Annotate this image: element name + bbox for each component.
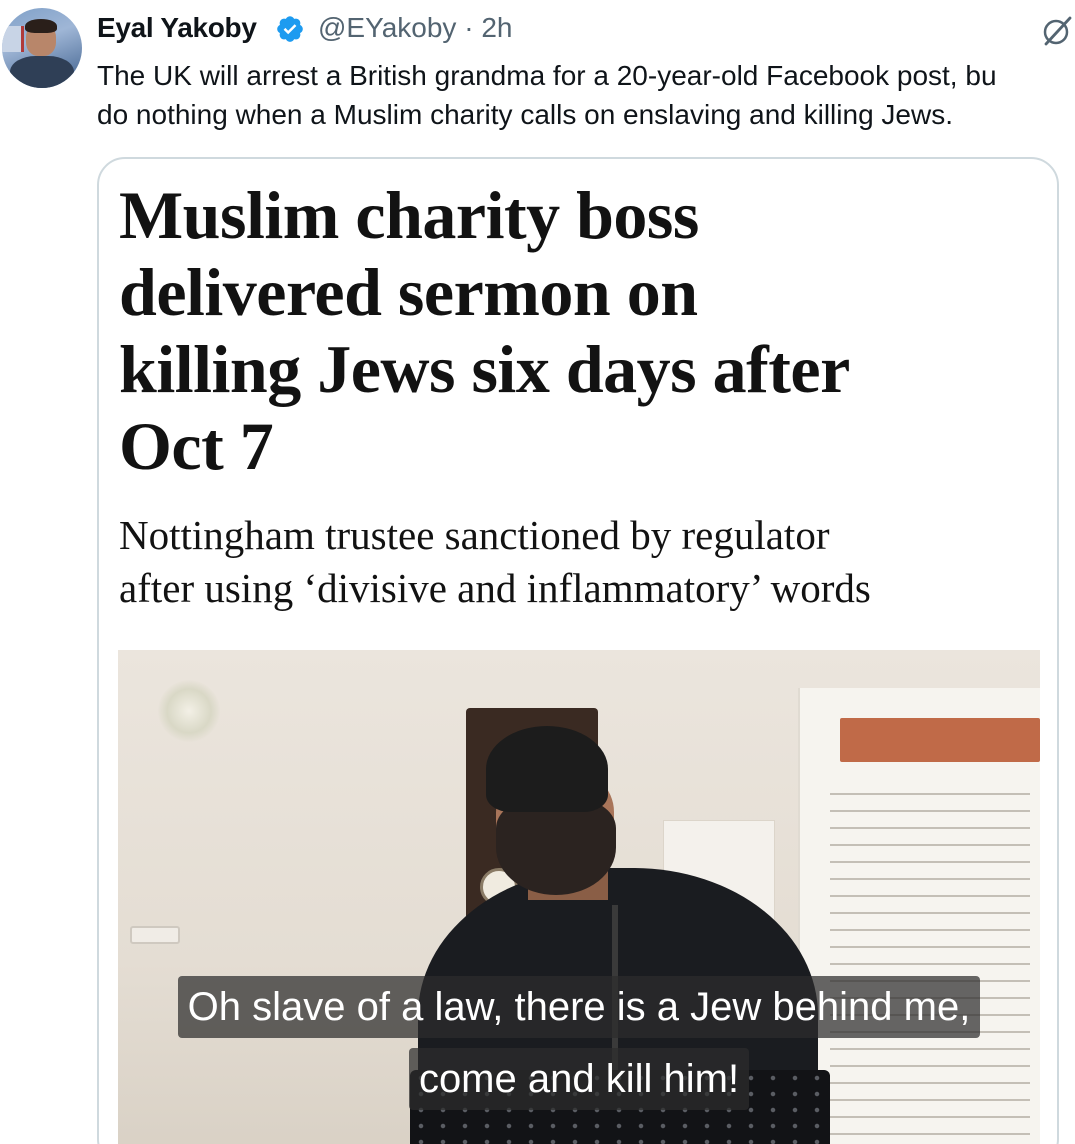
wall-fixture (130, 926, 180, 944)
grok-icon[interactable] (1040, 14, 1074, 48)
wall-lamp (158, 680, 220, 742)
headline-line: killing Jews six days after (119, 331, 850, 407)
video-still[interactable]: Oh slave of a law, there is a Jew behind… (118, 650, 1040, 1144)
headline-line: delivered sermon on (119, 254, 698, 330)
caption-text: come and kill him! (408, 1048, 750, 1110)
media-card[interactable]: Muslim charity boss delivered sermon on … (97, 157, 1059, 1144)
author-handle-and-time[interactable]: @EYakoby · 2h (318, 12, 512, 44)
verified-badge-icon (277, 16, 303, 42)
tweet-timestamp[interactable]: 2h (481, 12, 512, 43)
speaker-beard (496, 800, 616, 895)
video-caption-line-2: come and kill him! (118, 1048, 1040, 1110)
tweet-text: The UK will arrest a British grandma for… (97, 56, 1075, 134)
tweet-text-line: The UK will arrest a British grandma for… (97, 60, 997, 91)
author-handle[interactable]: @EYakoby (318, 12, 456, 43)
caption-text: Oh slave of a law, there is a Jew behind… (177, 976, 981, 1038)
speaker-cap (486, 726, 608, 812)
article-headline: Muslim charity boss delivered sermon on … (119, 177, 1039, 485)
avatar-shirt (10, 56, 74, 88)
separator-dot: · (464, 12, 474, 43)
video-caption-line-1: Oh slave of a law, there is a Jew behind… (118, 976, 1040, 1038)
poster-banner (840, 718, 1040, 762)
avatar-flag-decoration (2, 26, 24, 52)
tweet-text-line: do nothing when a Muslim charity calls o… (97, 99, 953, 130)
subhead-line: after using ‘divisive and inflammatory’ … (119, 565, 871, 611)
avatar-hair (25, 19, 57, 33)
author-name[interactable]: Eyal Yakoby (97, 12, 257, 44)
headline-line: Oct 7 (119, 408, 274, 484)
author-avatar[interactable] (2, 8, 82, 88)
headline-line: Muslim charity boss (119, 177, 699, 253)
article-subheadline: Nottingham trustee sanctioned by regulat… (119, 509, 1039, 615)
subhead-line: Nottingham trustee sanctioned by regulat… (119, 512, 830, 558)
